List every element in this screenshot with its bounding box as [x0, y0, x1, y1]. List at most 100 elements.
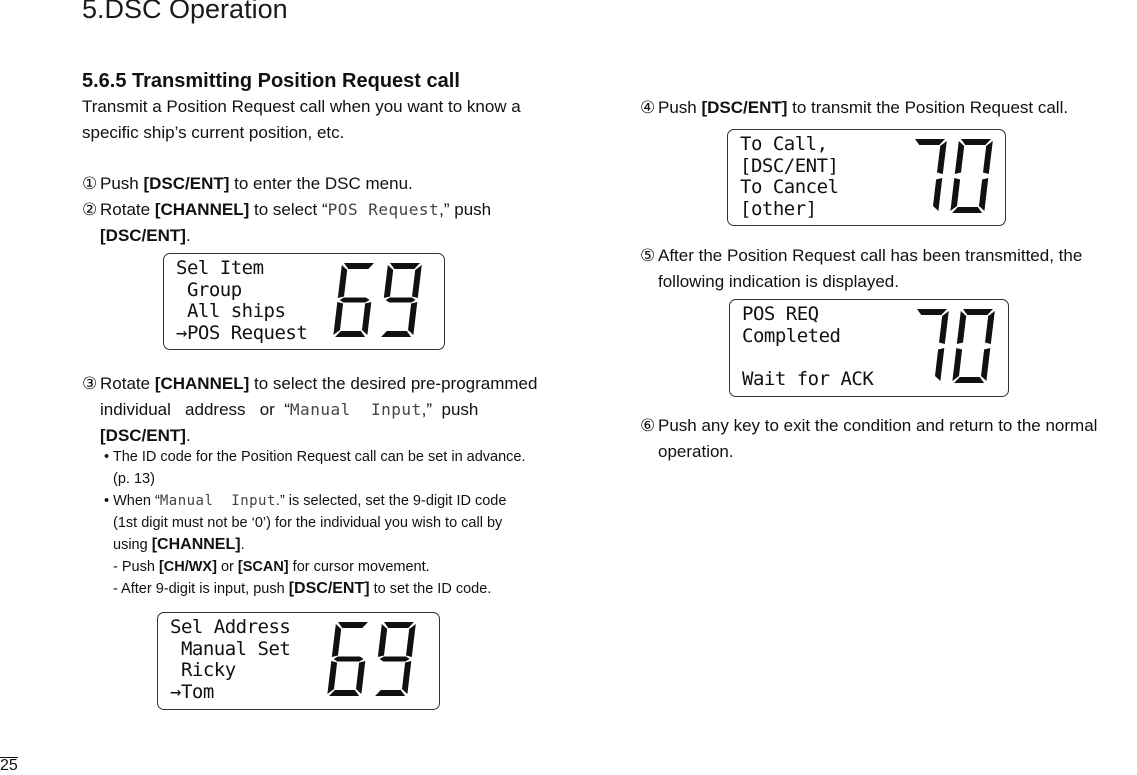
- channel-digit: [917, 309, 949, 381]
- digit-segment-g: [379, 656, 410, 662]
- digit-segment-a: [917, 309, 947, 315]
- page-number: 25: [0, 757, 18, 774]
- key-label: [CHANNEL]: [154, 200, 250, 219]
- digit-segment-a: [961, 139, 991, 145]
- text: .: [240, 537, 245, 553]
- text: to enter the DSC menu.: [229, 174, 413, 193]
- note-line: (1st digit must not be ‘0’) for the indi…: [113, 515, 503, 531]
- key-label: [DSC/ENT]: [701, 98, 788, 117]
- digit-segment-b: [985, 311, 995, 344]
- text: • When “: [104, 493, 160, 509]
- step-3: ③ Rotate [CHANNEL] to select the desired …: [82, 371, 587, 449]
- channel-digit: [950, 139, 993, 213]
- key-label: [CHANNEL]: [154, 374, 250, 393]
- step-3-notes: • The ID code for the Position Request c…: [104, 446, 589, 600]
- key-label: [DSC/ENT]: [100, 426, 186, 445]
- channel-digit: [915, 139, 947, 211]
- channel-digits: [333, 263, 422, 337]
- key-label: [CHANNEL]: [151, 536, 241, 553]
- lcd-line: →POS Request: [176, 321, 308, 344]
- step-number: ②: [82, 200, 98, 219]
- step-number: ④: [640, 98, 656, 117]
- text: .: [185, 226, 191, 245]
- digit-segment-e: [333, 302, 344, 335]
- lcd-line: Manual Set: [170, 637, 291, 660]
- digit-segment-a: [384, 622, 414, 628]
- digit-segment-c: [979, 178, 989, 211]
- lcd-line: [DSC/ENT]: [740, 154, 839, 177]
- key-label: [DSC/ENT]: [288, 580, 370, 597]
- digit-segment-d: [381, 331, 412, 337]
- digit-segment-c: [356, 661, 366, 694]
- channel-digit: [375, 622, 416, 696]
- channel-digit: [333, 263, 374, 337]
- step-1: ① Push [DSC/ENT] to enter the DSC menu.: [82, 171, 413, 197]
- digit-segment-c: [408, 302, 418, 335]
- lcd-line: To Cancel: [740, 176, 839, 198]
- intro-line: Transmit a Position Request call when yo…: [82, 97, 521, 116]
- lcd-line: POS REQ: [742, 303, 819, 325]
- lcd-line: [742, 347, 873, 369]
- digit-segment-d: [954, 377, 985, 383]
- text: ,” push: [421, 400, 479, 419]
- text: After the Position Request call has been…: [658, 246, 1083, 265]
- digit-segment-f: [956, 311, 967, 344]
- step-number: ①: [82, 174, 98, 193]
- digit-segment-e: [327, 661, 338, 694]
- text: using: [113, 537, 152, 553]
- text: to select “: [249, 200, 328, 219]
- digit-segment-f: [337, 265, 348, 298]
- digit-segment-d: [375, 690, 406, 696]
- digit-segment-a: [338, 622, 368, 628]
- text: to select the desired pre-programmed: [249, 374, 538, 393]
- lcd-lines: Sel Address Manual Set Ricky →Tom: [170, 616, 291, 703]
- lcd-line: Wait for ACK: [742, 367, 874, 390]
- step-2: ② Rotate [CHANNEL] to select “POS Request…: [82, 197, 587, 249]
- lcd-display-sel-address: Sel Address Manual Set Ricky →Tom: [157, 612, 440, 710]
- digit-segment-b: [406, 624, 416, 657]
- lcd-line: To Call,: [740, 133, 828, 155]
- chapter-title: 5.DSC Operation: [82, 0, 288, 24]
- step-number: ③: [82, 374, 98, 393]
- digit-segment-a: [390, 263, 420, 269]
- lcd-display-to-call: To Call, [DSC/ENT] To Cancel [other]: [727, 129, 1006, 226]
- channel-digit: [327, 622, 368, 696]
- lcd-line: [other]: [740, 197, 817, 220]
- digit-segment-c: [402, 661, 412, 694]
- step-4: ④ Push [DSC/ENT] to transmit the Position…: [640, 95, 1068, 121]
- channel-digits: [917, 309, 995, 383]
- text: ,” push: [439, 200, 492, 219]
- text: or: [216, 559, 238, 575]
- digit-segment-c: [935, 348, 945, 381]
- digit-segment-a: [963, 309, 993, 315]
- digit-segment-b: [937, 141, 947, 174]
- lcd-display-sel-item: Sel Item Group All ships →POS Request: [163, 253, 445, 350]
- text: to transmit the Position Request call.: [787, 98, 1069, 117]
- digit-segment-b: [939, 311, 949, 344]
- digit-segment-c: [981, 348, 991, 381]
- lcd-line: Group: [176, 278, 242, 301]
- digit-segment-d: [952, 207, 983, 213]
- note-line: (p. 13): [113, 471, 155, 487]
- digit-segment-g: [385, 297, 416, 303]
- lcd-line: Completed: [742, 324, 841, 347]
- digit-segment-c: [362, 302, 372, 335]
- channel-digit: [952, 309, 995, 383]
- lcd-line: Ricky: [170, 659, 236, 681]
- key-label: [DSC/ENT]: [100, 226, 186, 245]
- digit-segment-b: [412, 265, 422, 298]
- digit-segment-e: [952, 348, 963, 381]
- intro-line: specific ship’s current position, etc.: [82, 123, 345, 142]
- text: .” is selected, set the 9-digit ID code: [275, 493, 507, 509]
- key-label: [DSC/ENT]: [143, 174, 230, 193]
- step-5: ⑤ After the Position Request call has bee…: [640, 243, 1137, 295]
- text: individual address or “: [100, 400, 290, 419]
- text: Rotate: [100, 200, 155, 219]
- digit-segment-a: [915, 139, 945, 145]
- lcd-text: Manual Input: [159, 493, 276, 509]
- section-title: 5.6.5 Transmitting Position Request call: [82, 70, 460, 92]
- digit-segment-b: [983, 141, 993, 174]
- digit-segment-f: [383, 265, 394, 298]
- lcd-line: Sel Address: [170, 616, 291, 638]
- lcd-lines: Sel Item Group All ships →POS Request: [176, 257, 308, 344]
